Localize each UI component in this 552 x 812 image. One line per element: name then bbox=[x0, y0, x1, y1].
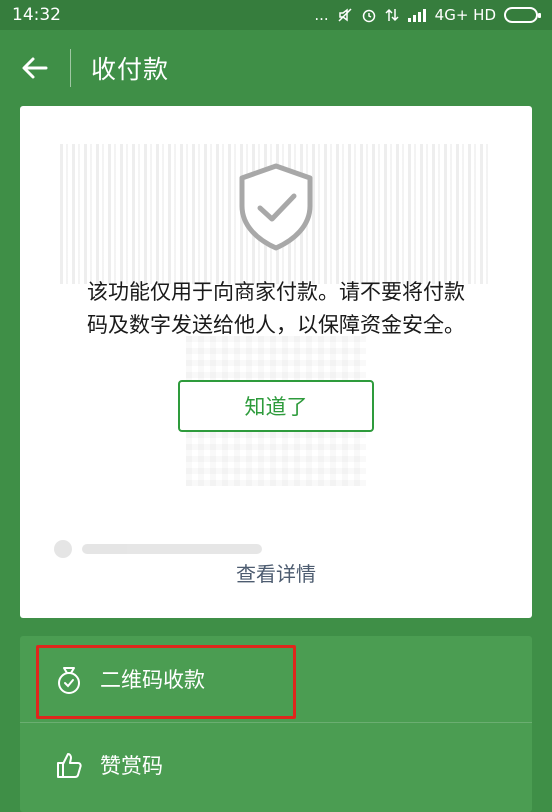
status-icons: ... 4G+ HD bbox=[314, 6, 541, 24]
app-header: 收付款 bbox=[0, 30, 552, 106]
view-details-link[interactable]: 查看详情 bbox=[20, 558, 532, 587]
menu-item-qr-receive[interactable]: 二维码收款 bbox=[20, 636, 532, 722]
menu-item-label: 赞赏码 bbox=[100, 754, 163, 778]
message-line-1: 该功能仅用于向商家付款。请不要将付款 bbox=[87, 280, 465, 304]
status-bar: 14:32 ... 4G+ HD bbox=[0, 0, 552, 30]
page-title: 收付款 bbox=[91, 55, 170, 84]
menu-item-reward-code[interactable]: 赞赏码 bbox=[20, 722, 532, 808]
money-bag-icon bbox=[52, 662, 86, 696]
menu-item-label: 二维码收款 bbox=[100, 668, 205, 692]
security-notice-card: 该功能仅用于向商家付款。请不要将付款 码及数字发送给他人，以保障资金安全。 知道… bbox=[20, 106, 532, 618]
acknowledge-button[interactable]: 知道了 bbox=[178, 380, 374, 432]
thumbs-up-icon bbox=[52, 748, 86, 782]
payment-menu: 二维码收款 赞赏码 bbox=[20, 636, 532, 812]
status-time: 14:32 bbox=[12, 5, 61, 25]
more-dots-icon: ... bbox=[314, 6, 329, 24]
alarm-icon bbox=[362, 9, 375, 23]
back-button[interactable] bbox=[0, 30, 70, 106]
signal-icon bbox=[407, 9, 426, 22]
security-message: 该功能仅用于向商家付款。请不要将付款 码及数字发送给他人，以保障资金安全。 bbox=[20, 276, 532, 342]
shield-check-icon bbox=[239, 163, 313, 251]
header-divider bbox=[70, 49, 71, 87]
blurred-row bbox=[54, 538, 284, 560]
back-arrow-icon bbox=[22, 57, 48, 79]
network-type: 4G+ HD bbox=[434, 6, 496, 24]
data-transfer-icon bbox=[385, 8, 399, 22]
battery-icon bbox=[504, 7, 541, 23]
message-line-2: 码及数字发送给他人，以保障资金安全。 bbox=[87, 313, 465, 337]
mute-icon bbox=[338, 8, 352, 22]
